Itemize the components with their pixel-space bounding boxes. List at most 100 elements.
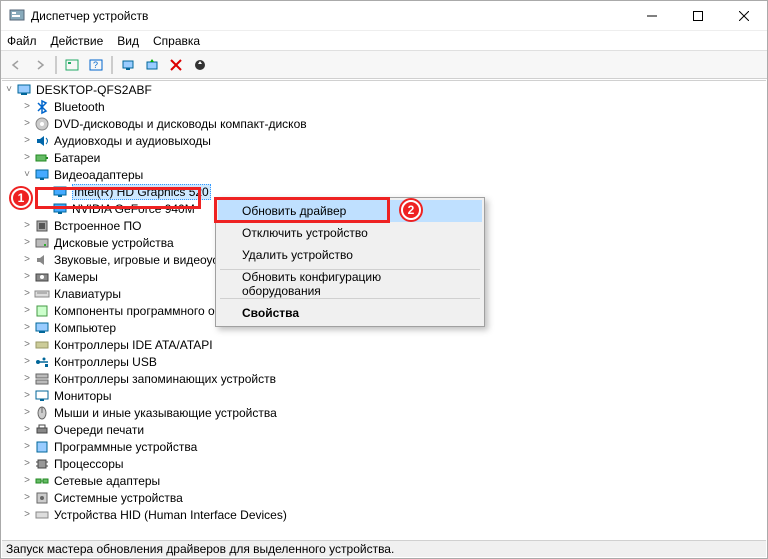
tree-node-label: Видеоадаптеры	[54, 168, 143, 182]
tree-node[interactable]: > Контроллеры запоминающих устройств	[2, 370, 766, 387]
tree-node-label: Контроллеры IDE ATA/ATAPI	[54, 338, 213, 352]
tree-node[interactable]: >Батареи	[2, 149, 766, 166]
tree-node[interactable]: > Контроллеры USB	[2, 353, 766, 370]
toolbar-uninstall-icon[interactable]	[189, 54, 211, 76]
usb-icon	[34, 354, 50, 370]
chevron-right-icon[interactable]: >	[20, 304, 34, 318]
tree-node-label: Компьютер	[54, 321, 116, 335]
chevron-right-icon[interactable]: >	[20, 321, 34, 335]
chevron-right-icon[interactable]: >	[20, 355, 34, 369]
chevron-down-icon[interactable]: ˅	[20, 168, 34, 182]
annotation-badge-1: 1	[11, 188, 31, 208]
tree-node-label: Мониторы	[54, 389, 111, 403]
status-bar: Запуск мастера обновления драйверов для …	[2, 540, 766, 557]
tree-node[interactable]: > Аудиовходы и аудиовыходы	[2, 132, 766, 149]
toolbar-disable-icon[interactable]	[165, 54, 187, 76]
chevron-right-icon[interactable]: >	[20, 508, 34, 522]
titlebar: Диспетчер устройств	[1, 1, 767, 31]
menu-help[interactable]: Справка	[153, 34, 200, 48]
ctx-uninstall-device[interactable]: Удалить устройство	[218, 244, 482, 266]
tree-node-label: Программные устройства	[54, 440, 197, 454]
tree-node[interactable]: > Процессоры	[2, 455, 766, 472]
toolbar-separator	[55, 56, 57, 74]
tree-node-label: Мыши и иные указывающие устройства	[54, 406, 277, 420]
chevron-right-icon[interactable]: >	[20, 440, 34, 454]
toolbar-update-icon[interactable]	[141, 54, 163, 76]
tree-node[interactable]: > Программные устройства	[2, 438, 766, 455]
chevron-right-icon[interactable]: >	[20, 457, 34, 471]
toolbar: ?	[1, 51, 767, 79]
chevron-right-icon[interactable]: >	[20, 287, 34, 301]
ctx-update-driver[interactable]: Обновить драйвер	[218, 200, 482, 222]
tree-node[interactable]: > Системные устройства	[2, 489, 766, 506]
chevron-right-icon[interactable]: >	[20, 236, 34, 250]
tree-node-label: Дисковые устройства	[54, 236, 174, 250]
tree-node[interactable]: > DVD-дисководы и дисководы компакт-диско…	[2, 115, 766, 132]
menubar: Файл Действие Вид Справка	[1, 31, 767, 51]
close-button[interactable]	[721, 1, 767, 31]
tree-node[interactable]: > Устройства HID (Human Interface Devices…	[2, 506, 766, 523]
system-icon	[34, 490, 50, 506]
tree-node-label: Аудиовходы и аудиовыходы	[54, 134, 211, 148]
tree-node-label: Bluetooth	[54, 100, 105, 114]
audio-icon	[34, 133, 50, 149]
minimize-button[interactable]	[629, 1, 675, 31]
chevron-right-icon[interactable]: >	[20, 117, 34, 131]
tree-node-label: Системные устройства	[54, 491, 183, 505]
menu-action[interactable]: Действие	[51, 34, 104, 48]
chevron-right-icon[interactable]: >	[20, 406, 34, 420]
tree-node-label: Процессоры	[54, 457, 124, 471]
display-icon	[52, 201, 68, 217]
maximize-button[interactable]	[675, 1, 721, 31]
chevron-right-icon[interactable]: >	[20, 389, 34, 403]
disc-icon	[34, 116, 50, 132]
toolbar-forward-icon	[29, 54, 51, 76]
tree-node-label: DESKTOP-QFS2ABF	[36, 83, 152, 97]
tree-node[interactable]: > Bluetooth	[2, 98, 766, 115]
printer-icon	[34, 422, 50, 438]
chevron-right-icon[interactable]: >	[20, 338, 34, 352]
toolbar-scan-icon[interactable]	[117, 54, 139, 76]
tree-node-label: Очереди печати	[54, 423, 144, 437]
svg-text:?: ?	[93, 60, 98, 70]
tree-node-label: Контроллеры запоминающих устройств	[54, 372, 276, 386]
tree-node[interactable]: > Контроллеры IDE ATA/ATAPI	[2, 336, 766, 353]
tree-node-label: Сетевые адаптеры	[54, 474, 160, 488]
storage-icon	[34, 371, 50, 387]
chevron-right-icon[interactable]: >	[20, 270, 34, 284]
tree-node[interactable]: ˅ Видеоадаптеры	[2, 166, 766, 183]
tree-node[interactable]: > Сетевые адаптеры	[2, 472, 766, 489]
tree-node-label: DVD-дисководы и дисководы компакт-дисков	[54, 117, 307, 131]
ctx-scan-hardware[interactable]: Обновить конфигурацию оборудования	[218, 273, 482, 295]
chevron-right-icon[interactable]: >	[20, 372, 34, 386]
sound-icon	[34, 252, 50, 268]
ide-icon	[34, 337, 50, 353]
network-icon	[34, 473, 50, 489]
tree-node[interactable]: > Очереди печати	[2, 421, 766, 438]
toolbar-back-icon	[5, 54, 27, 76]
ctx-properties[interactable]: Свойства	[218, 302, 482, 324]
chevron-right-icon[interactable]: >	[20, 151, 34, 165]
chevron-right-icon[interactable]: >	[20, 100, 34, 114]
chevron-right-icon[interactable]: >	[20, 491, 34, 505]
window-title: Диспетчер устройств	[31, 9, 629, 23]
chevron-right-icon[interactable]: >	[20, 219, 34, 233]
ctx-disable-device[interactable]: Отключить устройство	[218, 222, 482, 244]
chevron-right-icon[interactable]: >	[20, 253, 34, 267]
tree-node-label: Устройства HID (Human Interface Devices)	[54, 508, 287, 522]
chevron-down-icon[interactable]: ˅	[2, 83, 16, 97]
tree-node[interactable]: > Мыши и иные указывающие устройства	[2, 404, 766, 421]
menu-file[interactable]: Файл	[7, 34, 37, 48]
toolbar-help-icon[interactable]: ?	[85, 54, 107, 76]
chevron-right-icon[interactable]: >	[20, 134, 34, 148]
chevron-right-icon[interactable]: >	[20, 474, 34, 488]
tree-node-label: NVIDIA GeForce 940M	[72, 202, 195, 216]
computer-icon	[34, 320, 50, 336]
tree-node[interactable]: > Мониторы	[2, 387, 766, 404]
chevron-right-icon[interactable]: >	[20, 423, 34, 437]
tree-node[interactable]: ˅ DESKTOP-QFS2ABF	[2, 81, 766, 98]
menu-view[interactable]: Вид	[117, 34, 139, 48]
toolbar-view-icon[interactable]	[61, 54, 83, 76]
tree-node-label: Контроллеры USB	[54, 355, 157, 369]
display-icon	[34, 167, 50, 183]
